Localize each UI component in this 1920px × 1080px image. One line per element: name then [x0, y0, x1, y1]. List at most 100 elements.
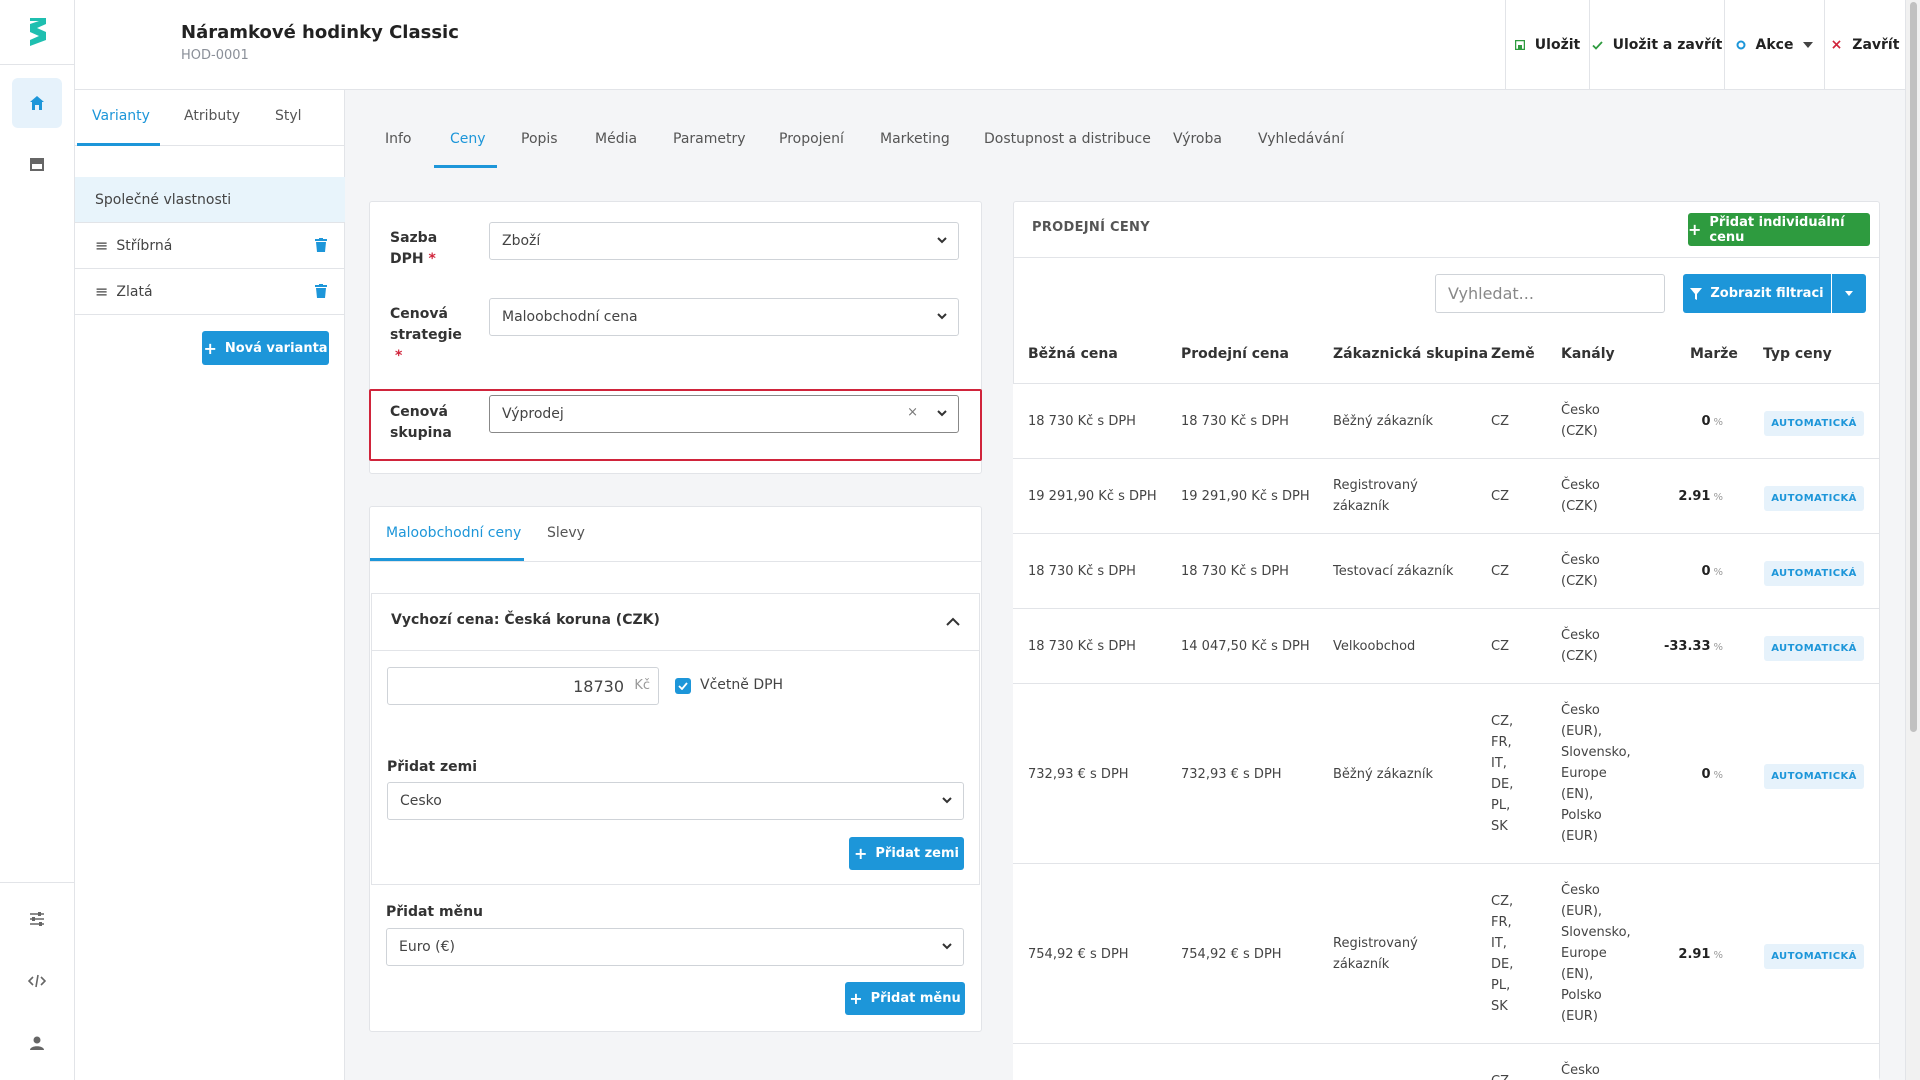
margin-value: 0: [1701, 564, 1711, 579]
actions-button[interactable]: Akce: [1724, 0, 1824, 90]
sale-price-cell: 14 047,50 Kč s DPH: [1181, 639, 1310, 654]
rail-home-button[interactable]: [12, 78, 62, 128]
plus-icon: +: [849, 989, 863, 1008]
rail-store-button[interactable]: [12, 139, 62, 189]
drag-handle-icon[interactable]: ≡: [95, 236, 108, 255]
vat-select[interactable]: Zboží: [489, 222, 959, 260]
country-cell: CZ, FR, IT, DE, PL, SK: [1491, 891, 1513, 1017]
trash-icon[interactable]: [315, 284, 327, 298]
column-channels[interactable]: Kanály: [1561, 346, 1615, 362]
tab-attributes[interactable]: Atributy: [184, 108, 240, 124]
check-icon: [678, 682, 688, 690]
panel-divider: [371, 650, 980, 651]
shared-properties-item[interactable]: Společné vlastnosti: [75, 177, 345, 223]
trash-icon[interactable]: [315, 238, 327, 252]
sliders-icon: [30, 912, 44, 926]
price-group-label: Cenová skupina: [390, 402, 452, 444]
tab-variants[interactable]: Varianty: [92, 108, 150, 124]
tab-media[interactable]: Média: [595, 131, 637, 147]
percent-sign: %: [1713, 950, 1723, 961]
required-mark: *: [428, 251, 436, 267]
add-individual-price-button[interactable]: + Přidat individuální cenu: [1688, 213, 1870, 246]
table-row[interactable]: 19 291,90 Kč s DPH 19 291,90 Kč s DPH Re…: [1013, 458, 1879, 533]
tab-availability[interactable]: Dostupnost a distribuce: [984, 131, 1151, 147]
variant-item[interactable]: ≡ Stříbrná: [75, 223, 345, 269]
tab-retail-prices[interactable]: Maloobchodní ceny: [386, 525, 521, 541]
column-country[interactable]: Země: [1491, 346, 1535, 362]
save-close-button[interactable]: Uložit a zavřít: [1589, 0, 1724, 90]
price-search-input[interactable]: Vyhledat...: [1435, 274, 1665, 313]
channel-line: (EUR): [1561, 1009, 1598, 1024]
variant-item[interactable]: ≡ Zlatá: [75, 269, 345, 315]
card-header-divider: [1014, 257, 1879, 258]
price-type-badge: AUTOMATICKÁ: [1764, 411, 1864, 436]
home-icon: [30, 96, 44, 110]
channel-line: Polsko: [1561, 808, 1602, 823]
chevron-down-icon: [937, 313, 947, 320]
scrollbar-thumb[interactable]: [1910, 2, 1917, 732]
channel-line: (CZK): [1561, 424, 1598, 439]
table-row[interactable]: 732,93 € s DPH 732,93 € s DPH Běžný záka…: [1013, 683, 1879, 863]
channels-cell: Česko (CZK): [1561, 625, 1600, 667]
column-price-type[interactable]: Typ ceny: [1763, 346, 1832, 362]
chevron-up-icon[interactable]: [946, 617, 960, 626]
group-line: Registrovaný: [1333, 936, 1418, 951]
country-select[interactable]: Cesko: [387, 782, 964, 820]
price-group-label-line: Cenová: [390, 404, 448, 420]
include-vat-checkbox[interactable]: [675, 678, 691, 694]
tab-description[interactable]: Popis: [521, 131, 558, 147]
column-customer-group[interactable]: Zákaznická skupina: [1333, 346, 1488, 362]
show-filter-button[interactable]: Zobrazit filtraci: [1683, 274, 1831, 313]
price-group-select[interactable]: Výprodej ×: [489, 395, 959, 433]
rail-settings-button[interactable]: [12, 894, 62, 944]
table-row[interactable]: 18 730 Kč s DPH 18 730 Kč s DPH Běžný zá…: [1013, 383, 1879, 458]
tab-parameters[interactable]: Parametry: [673, 131, 746, 147]
currency-select[interactable]: Euro (€): [386, 928, 964, 966]
tab-marketing[interactable]: Marketing: [880, 131, 950, 147]
table-row[interactable]: 18 730 Kč s DPH 14 047,50 Kč s DPH Velko…: [1013, 608, 1879, 683]
add-country-button[interactable]: + Přidat zemi: [849, 837, 964, 870]
currency-value: Euro (€): [399, 939, 456, 955]
add-country-label: Přidat zemi: [387, 759, 478, 775]
tab-style[interactable]: Styl: [275, 108, 302, 124]
price-input[interactable]: 18730 Kč: [387, 667, 659, 705]
vat-value: Zboží: [502, 233, 541, 249]
logo-icon: [29, 18, 46, 46]
percent-sign: %: [1713, 417, 1723, 428]
tab-prices[interactable]: Ceny: [450, 131, 486, 147]
filter-dropdown-button[interactable]: [1832, 274, 1866, 313]
page-scrollbar[interactable]: [1905, 0, 1920, 1080]
tab-info[interactable]: Info: [385, 131, 412, 147]
channel-line: (EUR),: [1561, 904, 1603, 919]
variant-label: Zlatá: [116, 283, 153, 300]
clear-icon[interactable]: ×: [907, 405, 918, 420]
new-variant-button[interactable]: + Nová varianta: [202, 331, 329, 365]
group-line: zákazník: [1333, 499, 1390, 514]
sale-price-cell: 18 730 Kč s DPH: [1181, 414, 1289, 429]
country-cell: CZ: [1491, 564, 1509, 579]
save-close-label: Uložit a zavřít: [1612, 37, 1723, 53]
rail-code-button[interactable]: [12, 956, 62, 1006]
column-sale-price[interactable]: Prodejní cena: [1181, 346, 1289, 362]
table-row[interactable]: Česko CZ: [1013, 1043, 1879, 1080]
close-button[interactable]: × Zavřít: [1824, 0, 1905, 90]
column-regular-price[interactable]: Běžná cena: [1028, 346, 1118, 362]
include-vat-label: Včetně DPH: [700, 677, 784, 693]
plus-icon: +: [1688, 220, 1702, 239]
tab-discounts[interactable]: Slevy: [547, 525, 585, 541]
save-button[interactable]: Uložit: [1505, 0, 1589, 90]
add-currency-button[interactable]: + Přidat měnu: [845, 982, 965, 1015]
tab-production[interactable]: Výroba: [1173, 131, 1222, 147]
column-margin[interactable]: Marže: [1690, 346, 1738, 362]
app-logo[interactable]: [0, 0, 75, 64]
chevron-down-icon: [942, 943, 952, 950]
tab-connections[interactable]: Propojení: [779, 131, 844, 147]
tab-search[interactable]: Vyhledávání: [1258, 131, 1344, 147]
chevron-down-icon: [942, 797, 952, 804]
rail-user-button[interactable]: [12, 1018, 62, 1068]
table-row[interactable]: 18 730 Kč s DPH 18 730 Kč s DPH Testovac…: [1013, 533, 1879, 608]
chevron-down-icon: [937, 410, 947, 417]
strategy-select[interactable]: Maloobchodní cena: [489, 298, 959, 336]
drag-handle-icon[interactable]: ≡: [95, 282, 108, 301]
table-row[interactable]: 754,92 € s DPH 754,92 € s DPH Registrova…: [1013, 863, 1879, 1043]
